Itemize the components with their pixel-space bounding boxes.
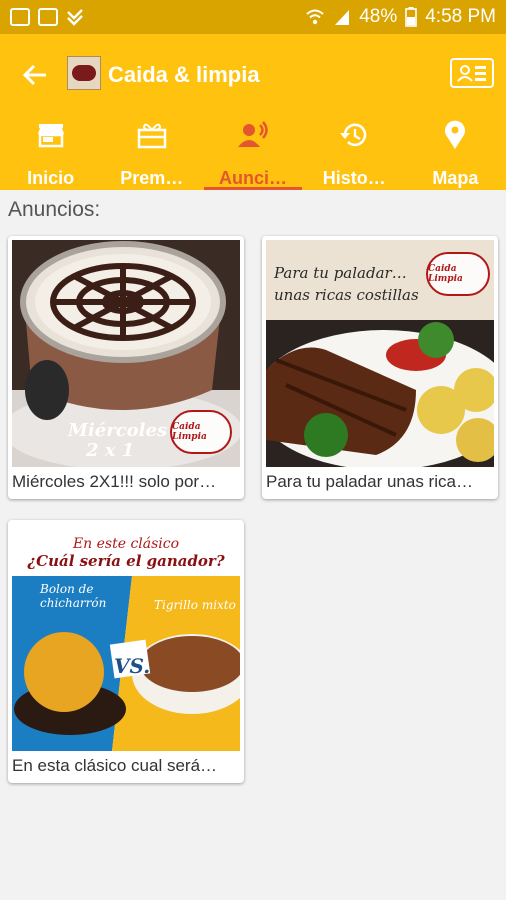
- caida-limpia-badge: Caida Limpia: [426, 252, 490, 296]
- ad-image-versus: En este clásico ¿Cuál sería el ganador? …: [12, 524, 240, 751]
- image-icon: [10, 8, 30, 26]
- ad-card[interactable]: Para tu paladar… unas ricas costillas Ca…: [262, 236, 498, 499]
- business-logo: [67, 56, 101, 90]
- tab-premios[interactable]: Prem…: [101, 104, 202, 190]
- ad-caption: Para tu paladar unas rica…: [266, 472, 473, 491]
- status-left: [10, 8, 84, 26]
- ad-image-text: En este clásico: [72, 536, 180, 552]
- ad-image-ribs: Para tu paladar… unas ricas costillas Ca…: [266, 240, 494, 467]
- vs-label: VS.: [114, 654, 151, 678]
- app-bar: Caida & limpia Inicio Prem… Aunci… Histo…: [0, 34, 506, 190]
- badge-text: Caida Limpia: [428, 264, 463, 284]
- contact-card-icon[interactable]: [450, 58, 494, 88]
- tab-label: Mapa: [432, 168, 479, 188]
- history-icon: [339, 120, 369, 150]
- status-bar: 48% 4:58 PM: [0, 0, 506, 34]
- ad-image-text: unas ricas costillas: [274, 286, 419, 304]
- ad-image-text: Tigrillo mixto: [154, 598, 236, 612]
- active-tab-indicator: [204, 187, 302, 190]
- battery-percent: 48%: [359, 6, 398, 27]
- section-title: Anuncios:: [8, 198, 101, 221]
- ad-caption: En esta clásico cual será…: [12, 756, 218, 775]
- store-icon: [36, 120, 66, 150]
- arrow-back-icon[interactable]: [18, 58, 52, 92]
- status-right: 48% 4:58 PM: [305, 6, 496, 28]
- ad-image-text: Miércoles: [68, 420, 168, 441]
- tab-label: Prem…: [120, 168, 184, 188]
- gallery-icon: [38, 8, 58, 26]
- ad-image-cappuccino: Miércoles 2 x 1 Caida Limpia: [12, 240, 240, 467]
- tab-mapa[interactable]: Mapa: [405, 104, 506, 190]
- gift-icon: [137, 120, 167, 150]
- badge-text: Caida Limpia: [172, 422, 207, 442]
- location-pin-icon: [440, 120, 470, 150]
- ad-image-text: Para tu paladar…: [274, 264, 407, 282]
- ad-image-text: ¿Cuál sería el ganador?: [27, 552, 225, 570]
- tab-anuncios[interactable]: Aunci…: [202, 104, 303, 190]
- tab-bar: Inicio Prem… Aunci… Histo… Mapa: [0, 104, 506, 190]
- tab-label: Aunci…: [219, 168, 288, 188]
- clock: 4:58 PM: [425, 6, 496, 27]
- logo-emblem: [72, 65, 96, 81]
- ad-card[interactable]: Miércoles 2 x 1 Caida Limpia Miércoles 2…: [8, 236, 244, 499]
- ad-caption: Miércoles 2X1!!! solo por…: [12, 472, 217, 491]
- ad-image-text: Bolon de chicharrón: [40, 582, 107, 610]
- tab-historial[interactable]: Histo…: [304, 104, 405, 190]
- check-notification-icon: [67, 9, 83, 26]
- ad-card[interactable]: En este clásico ¿Cuál sería el ganador? …: [8, 520, 244, 783]
- signal-icon: [335, 10, 350, 25]
- wifi-icon: [306, 9, 324, 25]
- tab-inicio[interactable]: Inicio: [0, 104, 101, 190]
- battery-icon: [405, 7, 418, 27]
- ad-image-text: 2 x 1: [86, 440, 135, 461]
- speaker-icon: [238, 120, 268, 150]
- tab-label: Inicio: [27, 168, 75, 188]
- page-title: Caida & limpia: [108, 62, 260, 87]
- tab-label: Histo…: [322, 168, 386, 188]
- caida-limpia-badge: Caida Limpia: [170, 410, 232, 454]
